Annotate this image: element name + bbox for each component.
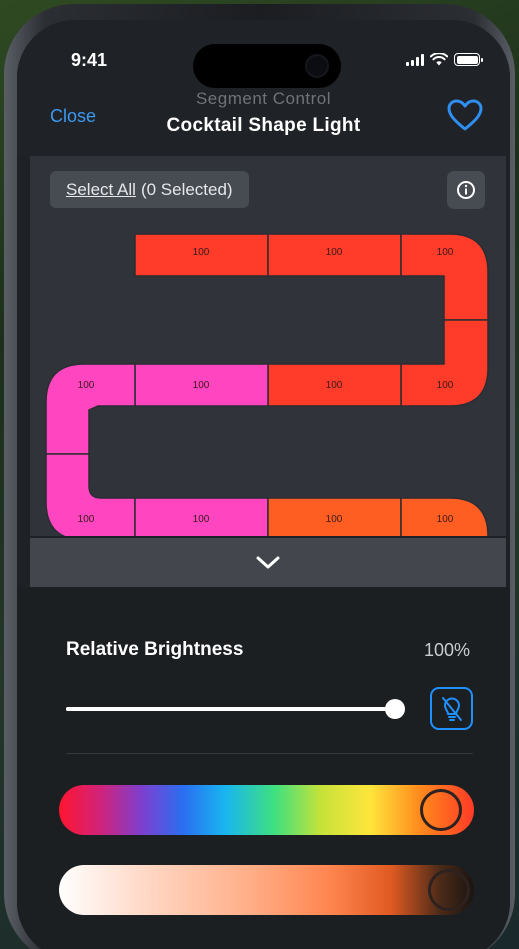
- chevron-down-icon: [256, 556, 280, 568]
- segment-canvas: 100 100 100 100 100 100 100 100 100 100 100 Select…: [30, 156, 506, 536]
- light-strip: 100 100 100 100 100 100 100 100 100 100 100: [45, 233, 489, 536]
- camera-icon: [305, 54, 329, 78]
- battery-icon: [454, 53, 483, 66]
- controls-panel: Relative Brightness 100%: [17, 587, 510, 949]
- light-toggle-button[interactable]: [430, 687, 473, 730]
- status-icons: [406, 53, 483, 66]
- segment-value-label: 100: [326, 514, 343, 525]
- collapse-toggle[interactable]: [30, 538, 506, 587]
- lightbulb-off-icon: [441, 696, 462, 721]
- hue-slider[interactable]: [59, 785, 474, 835]
- color-temperature-slider-thumb[interactable]: [428, 869, 471, 911]
- brightness-label: Relative Brightness: [66, 639, 244, 660]
- brightness-slider-fill: [66, 707, 395, 711]
- divider: [66, 753, 473, 754]
- info-icon: [457, 181, 475, 199]
- select-all-link[interactable]: Select All: [66, 180, 136, 200]
- brightness-slider-thumb[interactable]: [385, 699, 405, 719]
- app-screen: 9:41 Close Segment Control Cocktail Shap…: [17, 20, 510, 949]
- top-bar: 9:41 Close Segment Control Cocktail Shap…: [17, 20, 510, 156]
- phone-frame: 9:41 Close Segment Control Cocktail Shap…: [4, 4, 515, 949]
- hue-slider-thumb[interactable]: [419, 789, 462, 831]
- segment-value-label: 100: [78, 514, 95, 525]
- nav-subtitle: Segment Control: [195, 89, 332, 108]
- info-button[interactable]: [447, 171, 485, 209]
- select-all-button[interactable]: Select All (0 Selected): [50, 171, 249, 208]
- color-temperature-slider[interactable]: [59, 865, 474, 915]
- segment-value-label: 100: [437, 514, 454, 525]
- segment-value-label: 100: [193, 514, 210, 525]
- brightness-value: 100%: [423, 640, 470, 660]
- light-segment[interactable]: [400, 319, 489, 407]
- segment-value-label: 100: [326, 247, 343, 258]
- segment-value-label: 100: [193, 247, 210, 258]
- segment-value-label: 100: [78, 380, 95, 391]
- segment-value-label: 100: [193, 380, 210, 391]
- dynamic-island: [193, 44, 341, 88]
- brightness-slider[interactable]: [66, 707, 395, 711]
- status-time: 9:41: [71, 50, 108, 70]
- selected-count: (0 Selected): [140, 179, 233, 199]
- heart-icon[interactable]: [446, 98, 484, 132]
- cellular-signal-icon: [406, 53, 424, 66]
- light-segment[interactable]: [45, 363, 136, 455]
- page-title: Cocktail Shape Light: [166, 115, 361, 136]
- segment-value-label: 100: [437, 380, 454, 391]
- segment-value-label: 100: [437, 247, 454, 258]
- wifi-icon: [430, 53, 448, 66]
- segment-value-label: 100: [326, 380, 343, 391]
